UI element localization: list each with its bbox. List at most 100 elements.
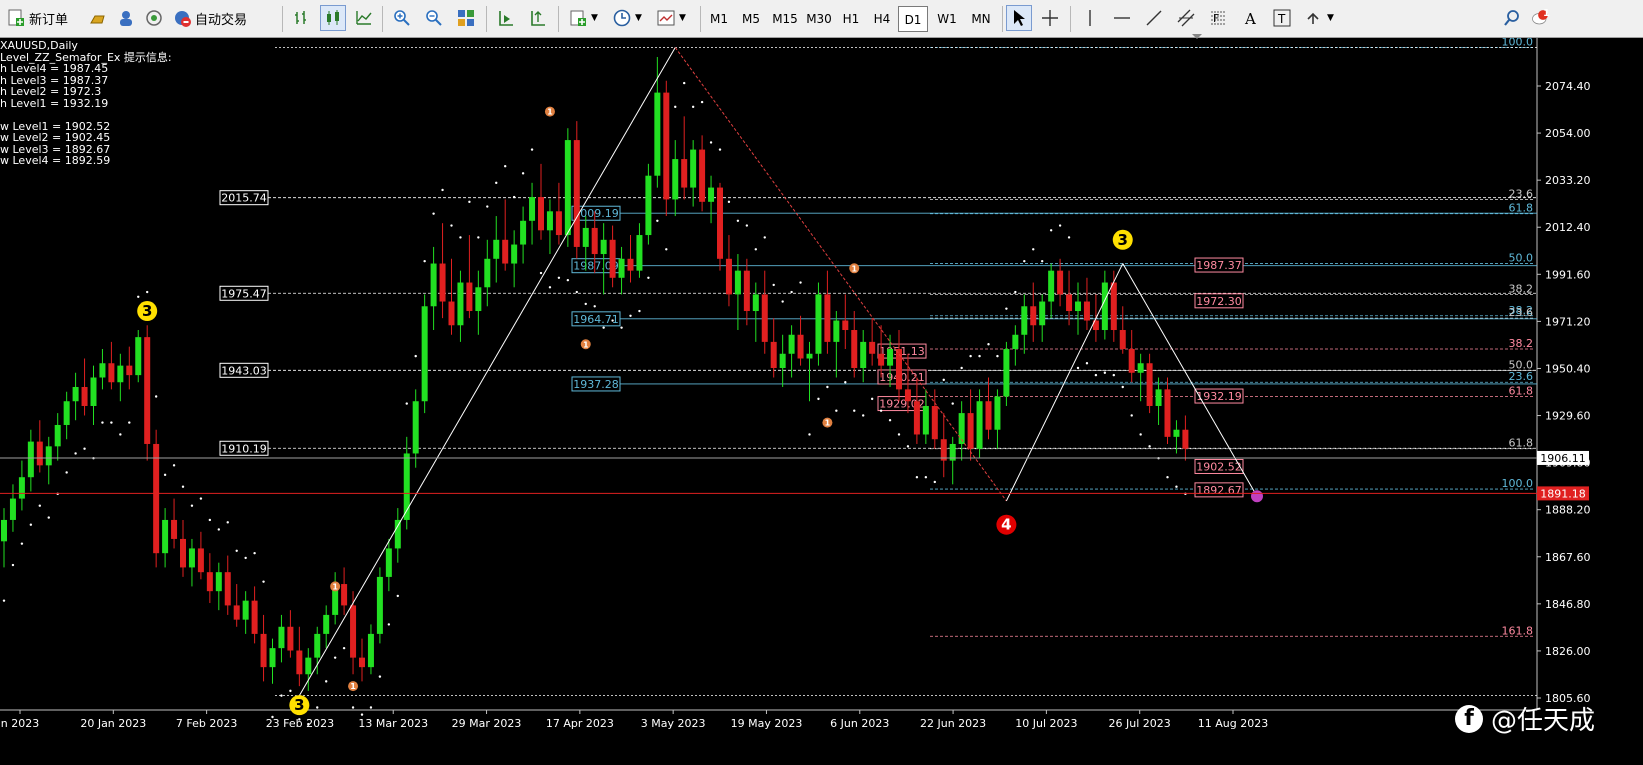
auto-trade-button[interactable]: 自动交易 [170,5,250,31]
search-button[interactable] [1500,5,1524,31]
text-tool-button[interactable]: A [1238,5,1262,31]
semafor-label: 3 [1118,231,1128,249]
tf-h1[interactable]: H1 [836,6,866,32]
sar-dot [128,421,131,424]
candle-body [842,320,849,331]
candle-body [126,365,133,376]
tf-m5[interactable]: M5 [736,6,766,32]
vertical-line-button[interactable] [1078,5,1102,31]
candle-body [430,263,437,307]
auto-scroll-icon [529,9,547,27]
equidistant-channel-button[interactable] [1174,5,1198,31]
tile-windows-button[interactable] [454,5,478,31]
cursor-tool-button[interactable] [1006,5,1032,31]
sar-dot [933,480,936,484]
sar-dot [1148,445,1151,448]
fibonacci-icon: F [1209,9,1227,27]
candle-body [153,443,160,554]
chart-shift-icon [497,9,515,27]
sar-dot [253,551,256,555]
sar-dot [172,464,176,467]
auto-scroll-button[interactable] [526,5,550,31]
tf-d1[interactable]: D1 [898,6,928,32]
sar-dot [11,563,15,567]
candle-body [1128,349,1135,373]
candle-body [484,258,491,288]
tile-windows-icon [457,9,475,27]
candle-body [976,401,983,449]
candle-body [555,211,562,236]
candle-body [591,227,598,255]
sar-dot [226,521,229,524]
chart-shift-button[interactable] [494,5,518,31]
sar-dot [468,200,471,204]
line-chart-button[interactable] [352,5,376,31]
date-tick-label: 26 Jul 2023 [1109,717,1171,730]
date-tick-label: 29 Mar 2023 [452,717,522,730]
tf-h4[interactable]: H4 [867,6,897,32]
signal-button[interactable] [142,5,166,31]
text-label-button[interactable]: T [1270,5,1294,31]
sar-dot [1023,259,1026,263]
sar-dot [110,421,113,424]
sar-dot [521,172,525,175]
fib-level-label: 100.0 [1502,38,1534,48]
gold-button[interactable] [86,5,110,31]
zoom-out-button[interactable] [422,5,446,31]
bar-chart-button[interactable] [290,5,314,31]
candle-body [770,341,777,368]
sar-dot [1058,224,1062,227]
sar-dot [154,395,158,398]
zigzag-segment [298,47,676,696]
sar-dot [325,680,328,683]
semafor-label: 1 [583,340,589,349]
sar-dot [190,504,194,507]
candle-body [538,197,544,231]
zoom-in-button[interactable] [390,5,414,31]
horizontal-line-button[interactable] [1110,5,1134,31]
candlestick-button[interactable] [320,5,346,31]
sar-dot [647,276,650,279]
candle-body [618,258,625,278]
candle-body [439,263,446,302]
sar-dot [638,309,641,313]
template-icon [657,9,675,27]
sar-dot [888,419,892,422]
tf-w1[interactable]: W1 [932,6,962,32]
templates-button[interactable]: ▼ [654,5,689,31]
candle-body [475,287,482,312]
arrows-button[interactable]: ▼ [1302,5,1337,31]
bar-chart-icon [293,9,311,27]
date-tick-label: 17 Apr 2023 [546,717,614,730]
tf-m1[interactable]: M1 [704,6,734,32]
date-tick-label: 6 Jun 2023 [830,717,889,730]
people-button[interactable] [114,5,138,31]
new-order-button[interactable]: 新订单 [4,5,71,31]
candle-body [296,650,303,675]
sar-dot [1067,236,1071,239]
sar-dot [38,504,41,507]
candle-body [394,519,401,549]
price-chart[interactable]: 2074.40 2054.00 2033.20 2012.40 1991.60 1971.… [0,38,1643,765]
alerts-button[interactable]: 1 [1528,5,1552,31]
candle-body [242,600,249,620]
indicators-button[interactable]: ▼ [566,5,601,31]
sar-dot [1175,485,1178,488]
sar-dot [262,580,265,583]
crosshair-button[interactable] [1038,5,1062,31]
level-box-label: 2015.74 [221,192,267,205]
tf-mn[interactable]: MN [964,6,998,32]
fibonacci-button[interactable]: F [1206,5,1230,31]
sar-dot [969,354,972,358]
sar-dot [790,290,793,294]
trendline-button[interactable] [1142,5,1166,31]
fib-level-label: 161.8 [1502,624,1534,637]
candle-body [797,334,804,359]
tf-m15[interactable]: M15 [768,6,802,32]
sar-dot [763,236,766,239]
sar-dot [1005,307,1008,310]
sar-dot [342,646,346,650]
sar-dot [423,259,426,263]
periods-button[interactable]: ▼ [610,5,645,31]
tf-m30[interactable]: M30 [802,6,836,32]
